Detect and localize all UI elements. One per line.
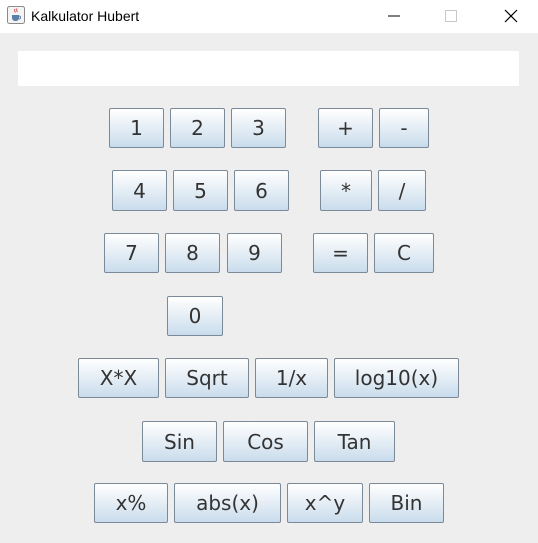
sqrt-button[interactable]: Sqrt <box>165 358 249 398</box>
subtract-button[interactable]: - <box>379 108 429 148</box>
button-1[interactable]: 1 <box>109 108 164 148</box>
sin-button[interactable]: Sin <box>142 421 217 462</box>
inverse-button[interactable]: 1/x <box>255 358 328 398</box>
button-9[interactable]: 9 <box>227 233 282 273</box>
power-button[interactable]: x^y <box>287 483 363 523</box>
button-4[interactable]: 4 <box>112 170 167 211</box>
window-title: Kalkulator Hubert <box>31 8 140 24</box>
multiply-button[interactable]: * <box>320 170 372 211</box>
close-button[interactable] <box>488 0 534 32</box>
close-icon <box>504 9 518 23</box>
button-7[interactable]: 7 <box>104 233 159 273</box>
add-button[interactable]: + <box>318 108 373 148</box>
button-0[interactable]: 0 <box>167 296 223 336</box>
java-cup-icon <box>7 6 25 24</box>
button-6[interactable]: 6 <box>234 170 289 211</box>
log10-button[interactable]: log10(x) <box>334 358 459 398</box>
equals-button[interactable]: = <box>313 233 368 273</box>
percent-button[interactable]: x% <box>94 483 168 523</box>
button-5[interactable]: 5 <box>173 170 228 211</box>
abs-button[interactable]: abs(x) <box>174 483 281 523</box>
bin-button[interactable]: Bin <box>369 483 444 523</box>
minimize-icon <box>388 15 400 17</box>
maximize-button[interactable] <box>428 0 474 32</box>
divide-button[interactable]: / <box>378 170 426 211</box>
cos-button[interactable]: Cos <box>223 421 308 462</box>
button-2[interactable]: 2 <box>170 108 225 148</box>
button-3[interactable]: 3 <box>231 108 286 148</box>
maximize-icon <box>445 10 457 22</box>
display-field[interactable] <box>18 51 519 86</box>
tan-button[interactable]: Tan <box>314 421 395 462</box>
minimize-button[interactable] <box>371 0 417 32</box>
square-button[interactable]: X*X <box>78 358 159 398</box>
button-8[interactable]: 8 <box>165 233 220 273</box>
title-bar: Kalkulator Hubert <box>0 0 538 33</box>
clear-button[interactable]: C <box>374 233 434 273</box>
